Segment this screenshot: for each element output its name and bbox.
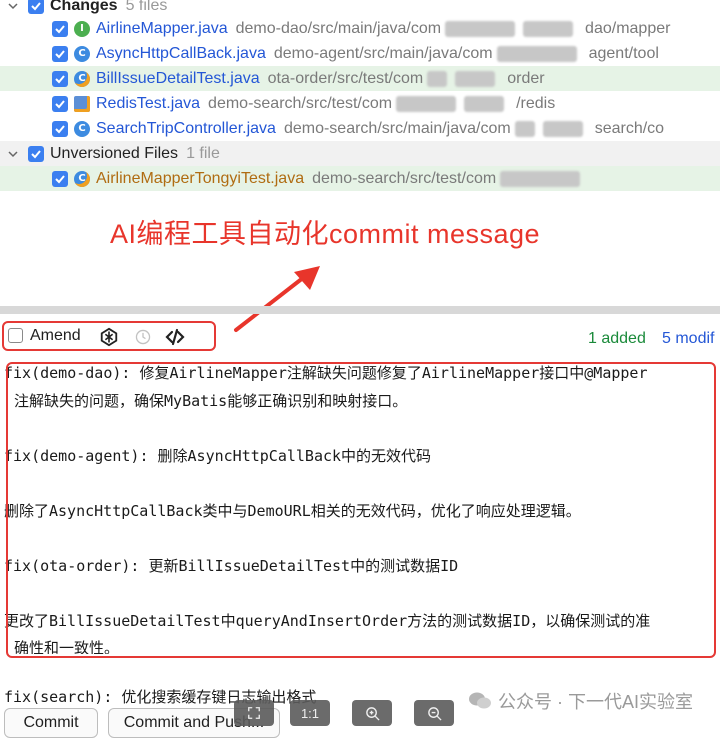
unversioned-checkbox[interactable] bbox=[28, 145, 44, 162]
chevron-down-icon[interactable] bbox=[6, 0, 20, 13]
test-class-icon: C bbox=[74, 70, 90, 87]
redacted-path bbox=[496, 45, 577, 62]
file-row-redis-test[interactable]: RedisTest.java demo-search/src/test/com … bbox=[0, 91, 720, 116]
file-row-airline-tongyi[interactable]: C AirlineMapperTongyiTest.java demo-sear… bbox=[0, 166, 720, 191]
chevron-down-icon[interactable] bbox=[6, 147, 20, 161]
redacted-path bbox=[500, 170, 581, 187]
file-checkbox[interactable] bbox=[52, 120, 68, 137]
file-path: demo-search/src/main/java/com bbox=[283, 119, 511, 137]
added-count-link[interactable]: 1 added bbox=[588, 330, 646, 348]
unversioned-count: 1 file bbox=[186, 144, 220, 162]
ai-assistant-icon[interactable] bbox=[98, 326, 120, 348]
redacted-path bbox=[427, 70, 448, 87]
file-path-end: dao/mapper bbox=[585, 19, 671, 37]
file-checkbox[interactable] bbox=[52, 45, 68, 62]
changes-count: 5 files bbox=[125, 0, 168, 14]
file-checkbox[interactable] bbox=[52, 20, 68, 37]
commit-toolbar: Amend 1 added 5 modif bbox=[0, 320, 720, 356]
commit-button[interactable]: Commit bbox=[4, 708, 98, 738]
unversioned-label: Unversioned Files bbox=[50, 144, 179, 162]
file-path: demo-search/src/test/com bbox=[312, 169, 497, 187]
file-path-end: /redis bbox=[516, 94, 556, 112]
file-path-end: order bbox=[507, 69, 545, 87]
class-icon: C bbox=[74, 45, 90, 62]
zoom-out-icon bbox=[427, 706, 442, 721]
file-path: demo-dao/src/main/java/com bbox=[235, 19, 442, 37]
file-path-end: search/co bbox=[594, 119, 665, 137]
redacted-path bbox=[523, 20, 574, 37]
file-name[interactable]: SearchTripController.java bbox=[96, 120, 276, 138]
file-name[interactable]: RedisTest.java bbox=[96, 95, 200, 113]
watermark: 公众号 · 下一代AI实验室 bbox=[468, 688, 693, 714]
file-row-async-http[interactable]: C AsyncHttpCallBack.java demo-agent/src/… bbox=[0, 41, 720, 66]
file-checkbox[interactable] bbox=[52, 170, 68, 187]
file-checkbox[interactable] bbox=[52, 70, 68, 87]
amend-checkbox[interactable] bbox=[8, 328, 23, 343]
zoom-in-icon bbox=[365, 706, 380, 721]
file-row-search-trip[interactable]: C SearchTripController.java demo-search/… bbox=[0, 116, 720, 141]
modified-count-link[interactable]: 5 modif bbox=[662, 330, 714, 348]
panel-splitter[interactable] bbox=[0, 306, 720, 314]
annotation-text: AI编程工具自动化commit message bbox=[110, 219, 541, 249]
watermark-text: 公众号 · 下一代AI实验室 bbox=[498, 692, 694, 712]
zoom-out-button[interactable] bbox=[414, 700, 454, 726]
redacted-path bbox=[542, 120, 583, 137]
file-name[interactable]: AsyncHttpCallBack.java bbox=[96, 45, 266, 63]
file-row-airline-mapper[interactable]: I AirlineMapper.java demo-dao/src/main/j… bbox=[0, 16, 720, 41]
redacted-path bbox=[396, 95, 457, 112]
history-clock-icon[interactable] bbox=[132, 326, 154, 348]
file-checkbox[interactable] bbox=[52, 95, 68, 112]
generate-message-icon[interactable] bbox=[164, 326, 186, 348]
fit-screen-icon bbox=[248, 707, 260, 719]
unversioned-group-row[interactable]: Unversioned Files 1 file bbox=[0, 141, 720, 166]
file-name[interactable]: AirlineMapperTongyiTest.java bbox=[96, 170, 304, 188]
amend-label[interactable]: Amend bbox=[30, 327, 81, 345]
interface-icon: I bbox=[74, 20, 90, 37]
test-file-icon bbox=[74, 95, 90, 112]
changes-checkbox[interactable] bbox=[28, 0, 44, 14]
file-path: ota-order/src/test/com bbox=[267, 69, 424, 87]
message-highlight-box bbox=[6, 362, 716, 658]
test-class-icon: C bbox=[74, 170, 90, 187]
file-path: demo-search/src/test/com bbox=[208, 94, 393, 112]
file-path-end: agent/tool bbox=[588, 44, 659, 62]
actual-size-button[interactable]: 1:1 bbox=[290, 700, 330, 726]
redacted-path bbox=[455, 70, 496, 87]
redacted-path bbox=[464, 95, 505, 112]
file-name[interactable]: BillIssueDetailTest.java bbox=[96, 70, 260, 88]
changes-label: Changes bbox=[50, 0, 118, 14]
redacted-path bbox=[445, 20, 516, 37]
wechat-logo-icon bbox=[469, 692, 491, 709]
fit-screen-button[interactable] bbox=[234, 700, 274, 726]
class-icon: C bbox=[74, 120, 90, 137]
zoom-in-button[interactable] bbox=[352, 700, 392, 726]
file-name[interactable]: AirlineMapper.java bbox=[96, 20, 228, 38]
file-path: demo-agent/src/main/java/com bbox=[273, 44, 493, 62]
file-row-bill-issue[interactable]: C BillIssueDetailTest.java ota-order/src… bbox=[0, 66, 720, 91]
redacted-path bbox=[514, 120, 535, 137]
